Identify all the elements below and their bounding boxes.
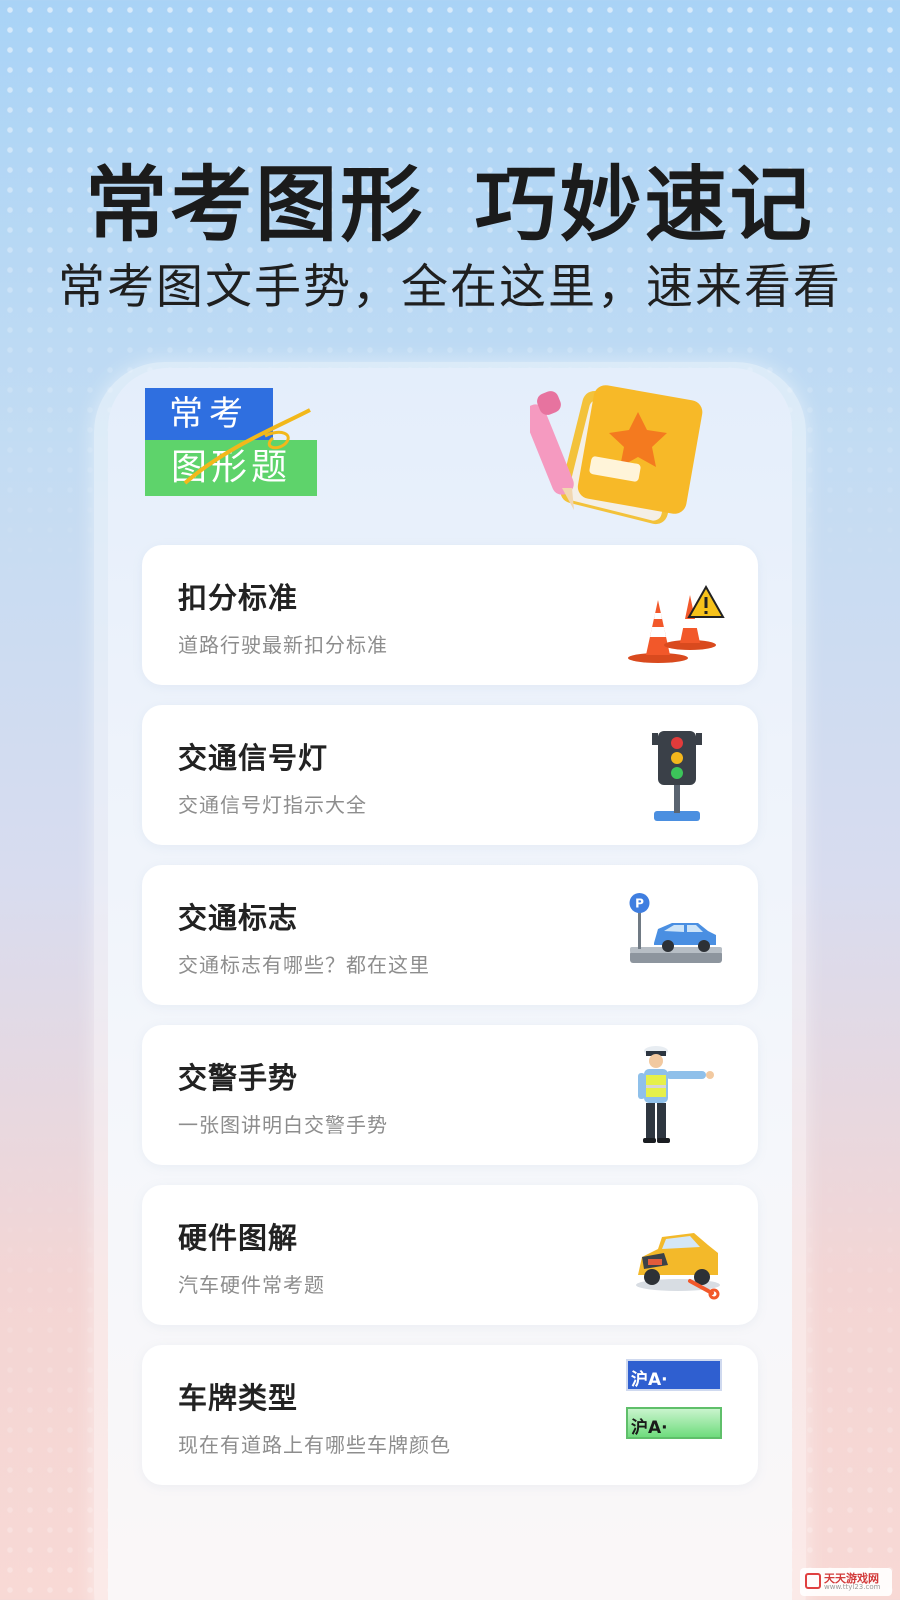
card-title: 扣分标准 — [178, 581, 299, 615]
traffic-cones-icon — [628, 565, 728, 665]
card-desc: 交通标志有哪些？都在这里 — [178, 953, 430, 977]
parking-car-icon: P — [628, 885, 728, 985]
blue-plate: 沪A· — [626, 1359, 722, 1391]
card-desc: 一张图讲明白交警手势 — [178, 1113, 388, 1137]
card-title: 车牌类型 — [178, 1381, 299, 1415]
card-title: 交通信号灯 — [178, 741, 329, 775]
watermark-url: www.ttyl23.com — [824, 1583, 881, 1591]
traffic-light-icon — [628, 725, 728, 825]
card-penalty-standard[interactable]: 扣分标准 道路行驶最新扣分标准 — [142, 545, 758, 685]
card-desc: 道路行驶最新扣分标准 — [178, 633, 388, 657]
card-title: 交警手势 — [178, 1061, 299, 1095]
card-desc: 交通信号灯指示大全 — [178, 793, 367, 817]
card-license-plates[interactable]: 车牌类型 现在有道路上有哪些车牌颜色 沪A· 沪A· — [142, 1345, 758, 1485]
card-desc: 汽车硬件常考题 — [178, 1273, 325, 1297]
card-police-gestures[interactable]: 交警手势 一张图讲明白交警手势 — [142, 1025, 758, 1165]
green-plate-text: 沪A· — [631, 1418, 668, 1438]
watermark-logo-icon — [805, 1573, 821, 1589]
site-watermark: 天天游戏网 www.ttyl23.com — [800, 1568, 892, 1596]
app-logo: 常考 图形题 — [145, 388, 320, 498]
subheadline: 常考图文手势，全在这里，速来看看 — [58, 260, 842, 315]
car-repair-icon — [628, 1205, 728, 1305]
card-car-hardware[interactable]: 硬件图解 汽车硬件常考题 — [142, 1185, 758, 1325]
traffic-police-icon — [628, 1045, 728, 1145]
card-desc: 现在有道路上有哪些车牌颜色 — [178, 1433, 451, 1457]
logo-swoosh-icon — [183, 408, 311, 485]
card-traffic-lights[interactable]: 交通信号灯 交通信号灯指示大全 — [142, 705, 758, 845]
card-title: 交通标志 — [178, 901, 299, 935]
card-traffic-signs[interactable]: 交通标志 交通标志有哪些？都在这里 P — [142, 865, 758, 1005]
license-plates-icon: 沪A· 沪A· — [626, 1359, 726, 1459]
headline: 常考图形 巧妙速记 — [85, 158, 815, 253]
card-title: 硬件图解 — [178, 1221, 299, 1255]
green-plate: 沪A· — [626, 1407, 722, 1439]
blue-plate-text: 沪A· — [631, 1370, 668, 1390]
notebook-pen-icon — [523, 380, 720, 530]
svg-text:P: P — [635, 897, 644, 911]
